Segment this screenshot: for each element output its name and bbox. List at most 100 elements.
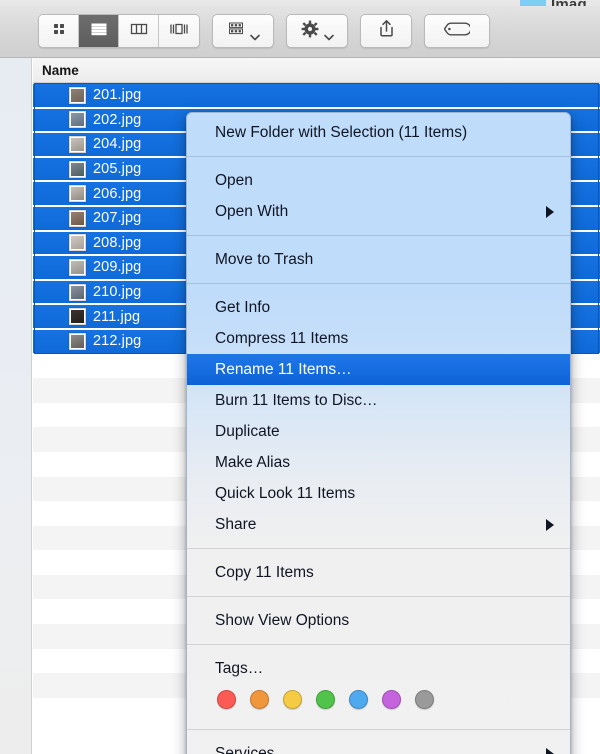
column-header-row: Name [33,58,600,83]
menu-item[interactable]: Burn 11 Items to Disc… [187,385,570,416]
file-thumbnail-icon [69,210,86,227]
column-view-button[interactable] [119,15,159,47]
file-name-label: 204.jpg [93,136,141,152]
file-thumbnail-icon [69,234,86,251]
file-thumbnail-icon [69,333,86,350]
tag-color-orange[interactable] [250,690,269,709]
view-mode-segmented-control[interactable] [38,14,200,48]
tag-color-purple[interactable] [382,690,401,709]
file-thumbnail-icon [69,259,86,276]
submenu-arrow-icon [546,206,554,218]
menu-item-label: Compress 11 Items [215,330,554,348]
menu-item-label: Get Info [215,299,554,317]
menu-item[interactable]: Open With [187,196,570,227]
file-thumbnail-icon [69,87,86,104]
menu-item-label: Duplicate [215,423,554,441]
column-header-name[interactable]: Name [42,63,79,78]
menu-item-label: New Folder with Selection (11 Items) [215,124,554,142]
table-row[interactable]: 201.jpg [33,83,600,108]
file-name-label: 210.jpg [93,284,141,300]
file-thumbnail-icon [69,111,86,128]
tags-button[interactable] [424,14,490,48]
tag-color-red[interactable] [217,690,236,709]
gear-icon [301,20,319,43]
icon-view-button[interactable] [39,15,79,47]
file-thumbnail-icon [69,284,86,301]
tag-color-green[interactable] [316,690,335,709]
menu-item[interactable]: Get Info [187,292,570,323]
menu-item-label: Copy 11 Items [215,564,554,582]
menu-item[interactable]: Compress 11 Items [187,323,570,354]
menu-group: New Folder with Selection (11 Items) [187,113,570,152]
cover-flow-view-button[interactable] [159,15,199,47]
file-thumbnail-icon [69,308,86,325]
menu-item-label: Quick Look 11 Items [215,485,554,503]
action-menu-button[interactable] [286,14,348,48]
menu-item[interactable]: Duplicate [187,416,570,447]
chevron-down-icon [250,28,259,34]
menu-item[interactable]: Tags… [187,653,570,684]
menu-item[interactable]: Share [187,509,570,540]
menu-separator [187,283,570,284]
menu-item-label: Tags… [215,660,554,678]
file-name-label: 212.jpg [93,333,141,349]
tag-color-yellow[interactable] [283,690,302,709]
menu-group: Copy 11 Items [187,553,570,592]
file-name-label: 201.jpg [93,87,141,103]
chevron-down-icon [324,28,333,34]
menu-separator [187,644,570,645]
menu-group: Get Info Compress 11 Items Rename 11 Items… [187,288,570,544]
finder-toolbar [0,6,600,58]
file-name-label: 207.jpg [93,210,141,226]
list-view-button[interactable] [79,15,119,47]
file-name-label: 209.jpg [93,259,141,275]
menu-group: Open Open With [187,161,570,231]
menu-item-label: Show View Options [215,612,554,630]
menu-item-label: Open With [215,203,546,221]
menu-separator [187,156,570,157]
tag-color-blue[interactable] [349,690,368,709]
menu-item[interactable]: Show View Options [187,605,570,636]
file-name-label: 205.jpg [93,161,141,177]
menu-item-label: Burn 11 Items to Disc… [215,392,554,410]
share-button[interactable] [360,14,412,48]
menu-item-label: Share [215,516,546,534]
menu-group: Tags… [187,649,570,725]
finder-sidebar[interactable] [0,58,32,754]
file-name-label: 208.jpg [93,235,141,251]
menu-group: Move to Trash [187,240,570,279]
menu-item[interactable]: Move to Trash [187,244,570,275]
grid-icon [51,21,67,42]
menu-item-label: Rename 11 Items… [215,361,554,379]
menu-item-label: Move to Trash [215,251,554,269]
menu-item-label: Open [215,172,554,190]
coverflow-icon [168,21,190,42]
menu-separator [187,596,570,597]
list-icon [90,21,108,42]
arrange-grid-icon [228,21,245,41]
tag-color-gray[interactable] [415,690,434,709]
menu-group: Services [187,734,570,754]
menu-group: Show View Options [187,601,570,640]
menu-item[interactable]: Copy 11 Items [187,557,570,588]
menu-item[interactable]: Make Alias [187,447,570,478]
submenu-arrow-icon [546,748,554,754]
menu-item[interactable]: Services [187,738,570,754]
file-name-label: 202.jpg [93,112,141,128]
menu-separator [187,235,570,236]
file-thumbnail-icon [69,136,86,153]
menu-item[interactable]: Open [187,165,570,196]
menu-item[interactable]: Quick Look 11 Items [187,478,570,509]
menu-separator [187,729,570,730]
menu-item-label: Make Alias [215,454,554,472]
file-name-label: 211.jpg [93,309,140,325]
file-name-label: 206.jpg [93,186,141,202]
menu-item[interactable]: New Folder with Selection (11 Items) [187,117,570,148]
file-thumbnail-icon [69,185,86,202]
tag-color-swatches[interactable] [187,684,570,721]
arrange-button[interactable] [212,14,274,48]
submenu-arrow-icon [546,519,554,531]
menu-item[interactable]: Rename 11 Items… [187,354,570,385]
menu-item-label: Services [215,745,546,754]
context-menu[interactable]: New Folder with Selection (11 Items) Open… [186,112,571,754]
